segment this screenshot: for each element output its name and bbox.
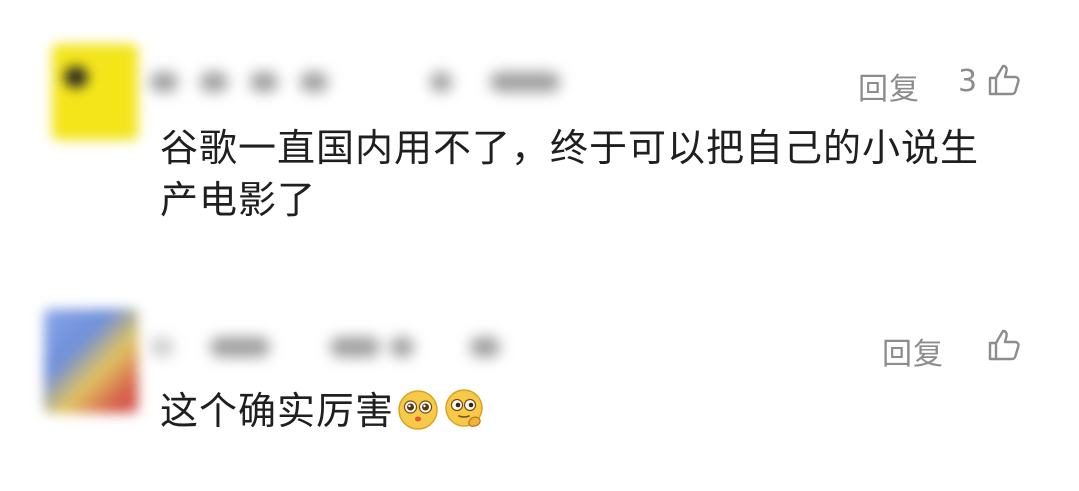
comment-text-line: 谷歌一直国内用不了，终于可以把自己的小说生: [160, 126, 980, 170]
comment-text-line: 产电影了: [160, 178, 317, 222]
avatar[interactable]: [52, 44, 138, 140]
username-blurred[interactable]: [150, 64, 570, 100]
username-blurred[interactable]: [150, 329, 570, 365]
thumbs-up-icon[interactable]: [986, 327, 1022, 363]
comment-item: 回复 3 谷歌一直国内用不了，终于可以把自己的小说生 产电影了: [0, 38, 1079, 278]
pleading-face-emoji: [398, 390, 438, 430]
reply-button[interactable]: 回复: [858, 64, 920, 108]
like-count: 3: [958, 64, 978, 99]
comment-text: 谷歌一直国内用不了，终于可以把自己的小说生 产电影了: [160, 122, 1020, 226]
comment-text-line: 这个确实厉害: [160, 389, 395, 433]
reply-button[interactable]: 回复: [882, 329, 944, 373]
comment-text: 这个确实厉害: [160, 385, 1020, 437]
thumbs-up-icon[interactable]: [986, 62, 1022, 98]
thinking-face-emoji: [445, 389, 483, 427]
comment-item: 回复 这个确实厉害: [0, 305, 1079, 491]
avatar[interactable]: [44, 309, 138, 413]
